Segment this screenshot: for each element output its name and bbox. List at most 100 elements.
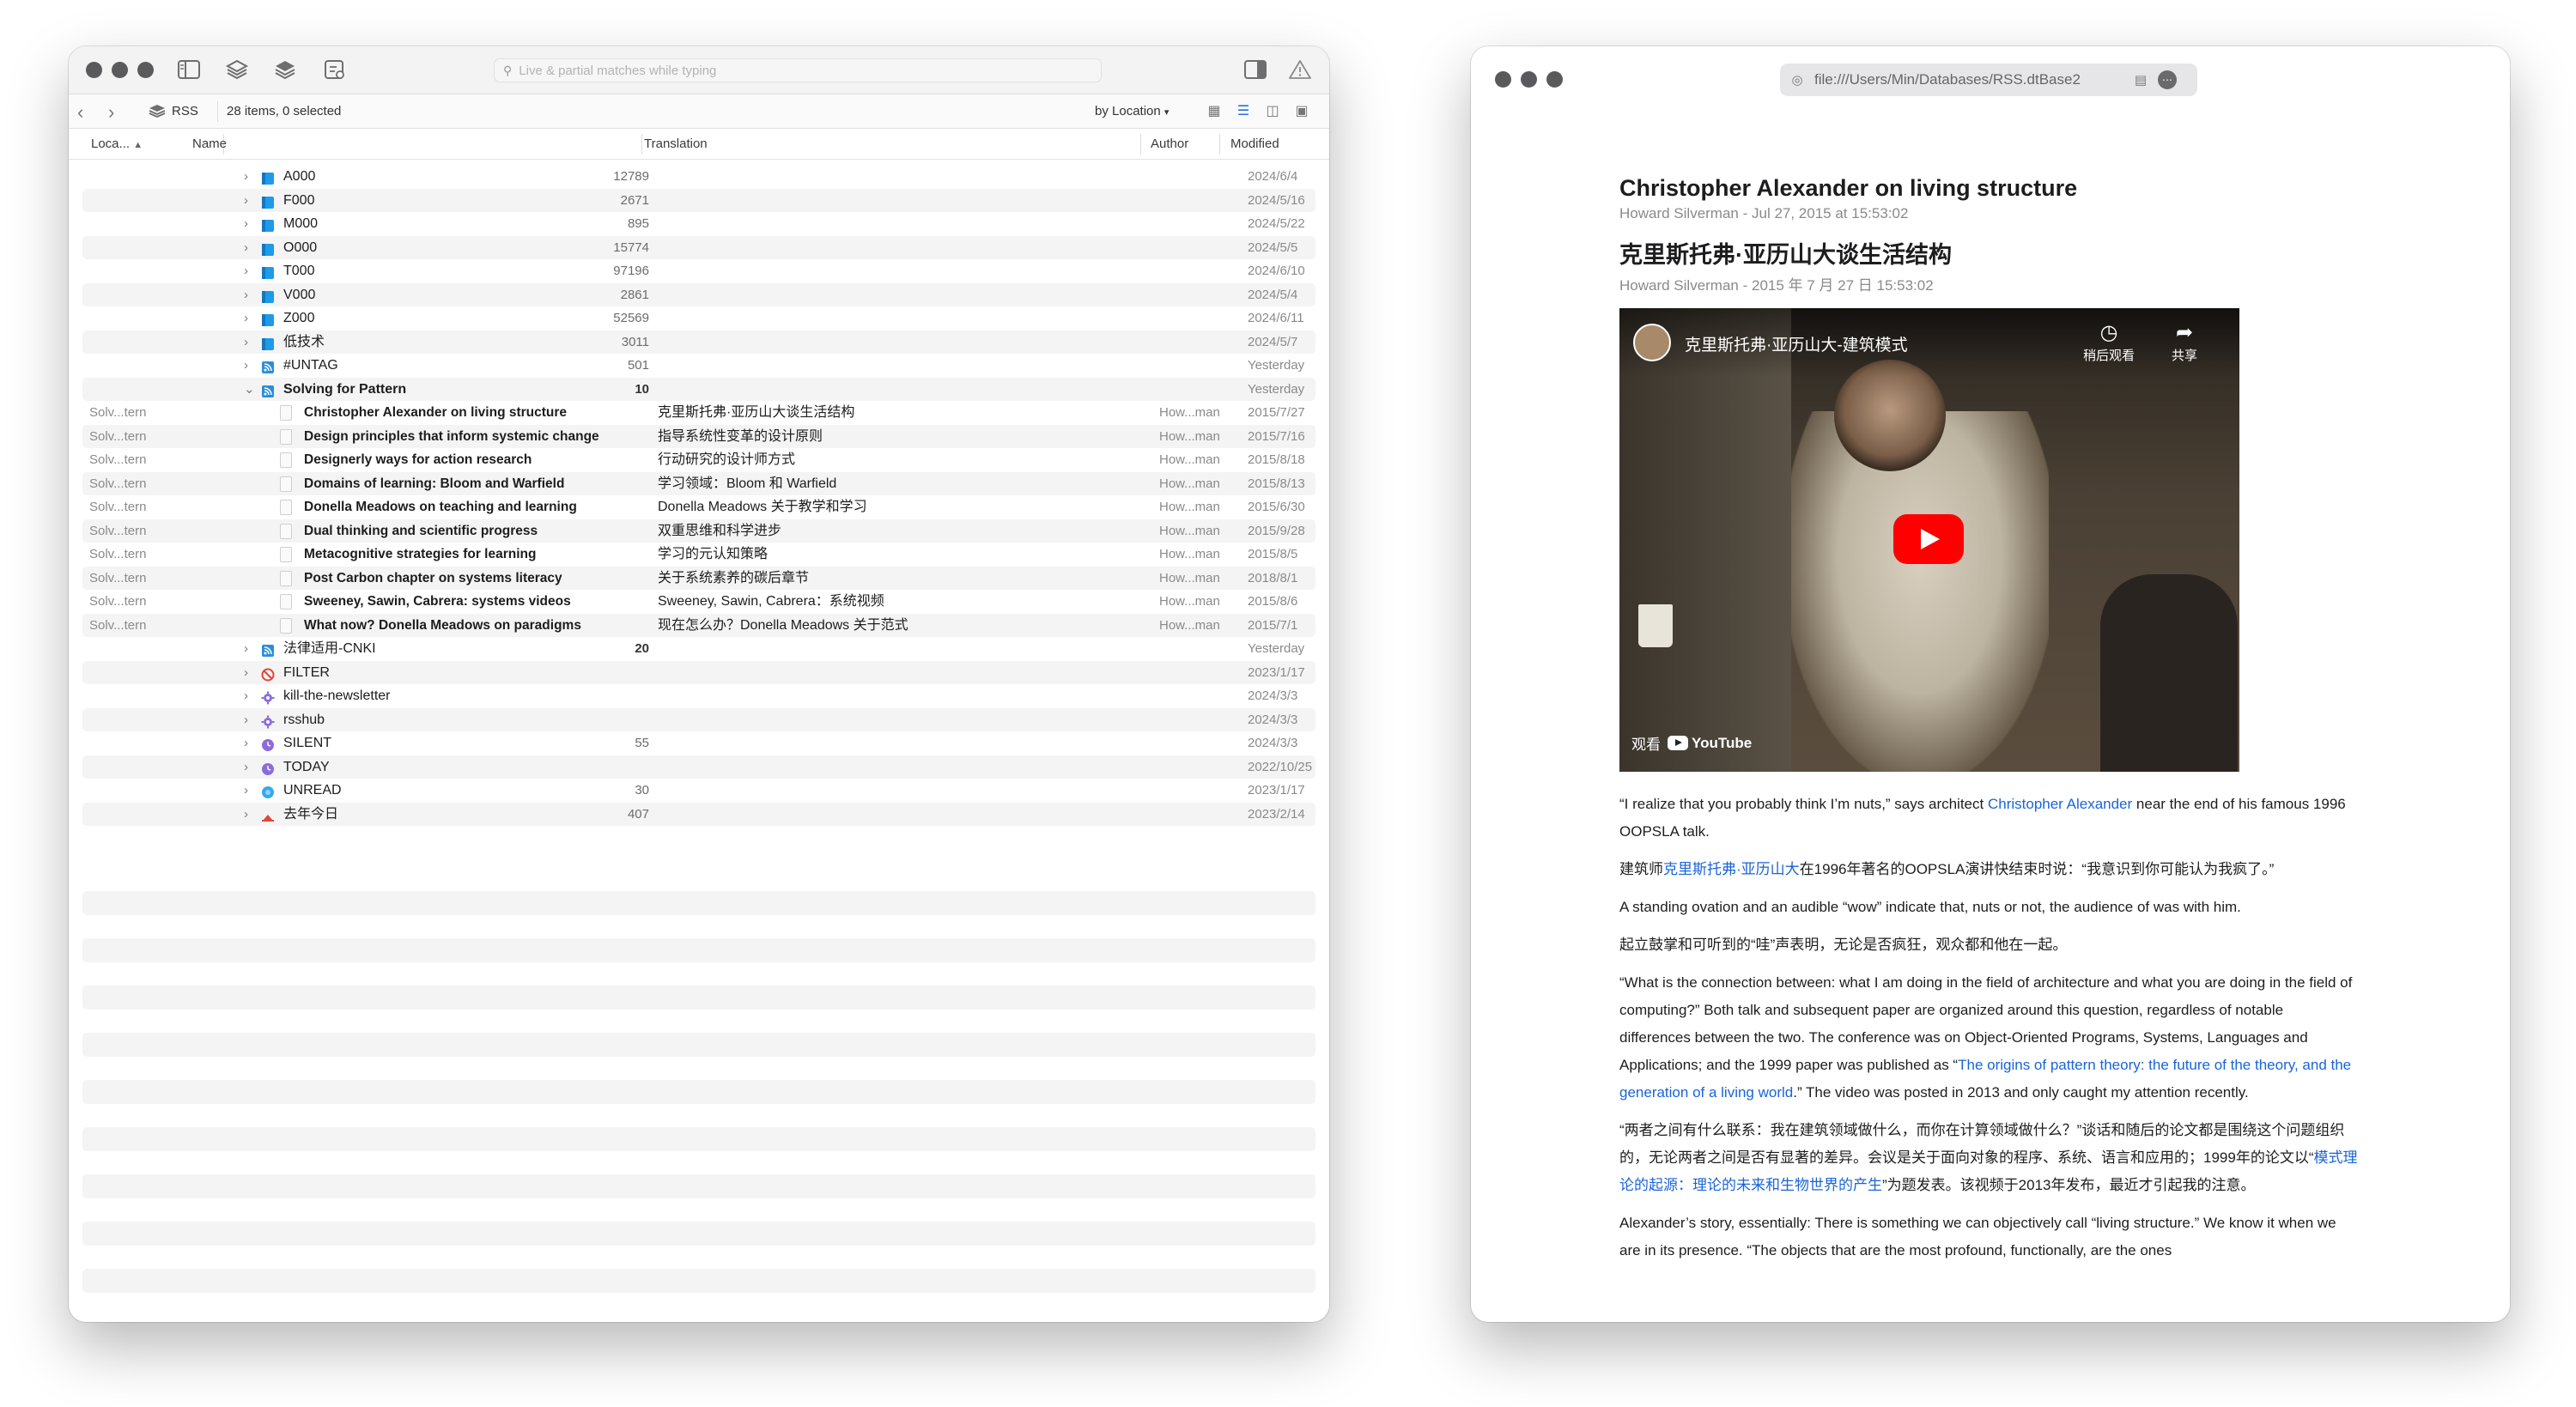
column-header-translation[interactable]: Translation xyxy=(644,136,708,151)
compose-icon[interactable] xyxy=(323,58,347,81)
list-row-document[interactable]: Solv...tern Metacognitive strategies for … xyxy=(82,543,1315,567)
list-row-group[interactable]: › F000 2671 2024/5/16 xyxy=(82,188,1315,213)
icon-view-icon[interactable]: ▦ xyxy=(1204,101,1224,120)
url-text[interactable]: file:///Users/Min/Databases/RSS.dtBase2 xyxy=(1814,71,2123,88)
list-row-group[interactable]: › FILTER 2023/1/17 xyxy=(82,660,1315,685)
list-row-document[interactable]: Solv...tern Dual thinking and scientific … xyxy=(82,519,1315,543)
zoom-window-button[interactable] xyxy=(1546,71,1563,88)
chevron-right-icon[interactable]: › xyxy=(244,189,248,213)
list-row-group[interactable]: › #UNTAG 501 Yesterday xyxy=(82,354,1315,378)
sort-dropdown[interactable]: by Location ▾ xyxy=(1095,104,1169,118)
column-divider[interactable] xyxy=(1219,134,1220,155)
inspector-toggle-icon[interactable] xyxy=(1243,58,1267,81)
chevron-right-icon[interactable]: › xyxy=(244,731,248,755)
chevron-right-icon[interactable]: › xyxy=(244,306,248,331)
channel-avatar[interactable] xyxy=(1633,324,1671,361)
layers-filled-icon[interactable] xyxy=(273,58,297,81)
search-field[interactable]: ⚲ xyxy=(494,58,1102,82)
share-label: 共享 xyxy=(2171,349,2197,363)
list-row-document[interactable]: Solv...tern Sweeney, Sawin, Cabrera: syst… xyxy=(82,590,1315,614)
forward-arrow-icon[interactable]: › xyxy=(108,101,114,124)
list-row-group[interactable]: › SILENT 55 2024/3/3 xyxy=(82,731,1315,755)
chevron-right-icon[interactable]: › xyxy=(244,803,248,827)
modified-date: 2015/8/5 xyxy=(1248,547,1298,561)
link-christopher-alexander-zh[interactable]: 克里斯托弗·亚历山大 xyxy=(1663,861,1800,877)
list-row-group[interactable]: › A000 12789 2024/6/4 xyxy=(82,165,1315,189)
search-input[interactable] xyxy=(519,63,1069,78)
chevron-right-icon[interactable]: › xyxy=(244,283,248,307)
list-row-group[interactable]: › 法律适用-CNKI 20 Yesterday xyxy=(82,637,1315,661)
chevron-right-icon[interactable]: › xyxy=(244,708,248,732)
more-options-icon[interactable]: ⋯ xyxy=(2158,70,2177,89)
list-row-group[interactable]: › TODAY 2022/10/25 xyxy=(82,755,1315,779)
list-row-group[interactable]: › M000 895 2024/5/22 xyxy=(82,212,1315,236)
sidebar-toggle-icon[interactable] xyxy=(177,58,201,81)
chevron-right-icon[interactable]: › xyxy=(244,637,248,661)
list-row-group[interactable]: › O000 15774 2024/5/5 xyxy=(82,235,1315,260)
column-header-location[interactable]: Loca... ▲ xyxy=(91,136,143,151)
list-row-group[interactable]: › 去年今日 407 2023/2/14 xyxy=(82,802,1315,827)
cover-flow-view-icon[interactable]: ▣ xyxy=(1291,101,1312,120)
watch-on-youtube[interactable]: 观看 YouTube xyxy=(1631,732,1752,754)
chevron-right-icon[interactable]: › xyxy=(244,354,248,378)
modified-date: 2024/6/10 xyxy=(1248,264,1305,278)
video-title[interactable]: 克里斯托弗·亚历山大-建筑模式 xyxy=(1685,332,1908,355)
reader-icon[interactable]: ▤ xyxy=(2132,71,2149,88)
chevron-right-icon[interactable]: › xyxy=(244,661,248,685)
list-row-group[interactable]: › UNREAD 30 2023/1/17 xyxy=(82,779,1315,803)
minimize-window-button[interactable] xyxy=(1521,71,1537,88)
column-header-name[interactable]: Name xyxy=(192,136,227,151)
list-row-document[interactable]: Solv...tern Domains of learning: Bloom an… xyxy=(82,471,1315,495)
list-row-group[interactable]: › 低技术 3011 2024/5/7 xyxy=(82,330,1315,355)
layers-icon[interactable] xyxy=(225,58,249,81)
list-row-group[interactable]: › rsshub 2024/3/3 xyxy=(82,707,1315,732)
list-row-document[interactable]: Solv...tern Post Carbon chapter on system… xyxy=(82,566,1315,590)
warning-icon[interactable] xyxy=(1288,58,1312,81)
zoom-window-button[interactable] xyxy=(137,62,154,78)
list-row-group[interactable]: › T000 97196 2024/6/10 xyxy=(82,259,1315,283)
watch-later-button[interactable]: ◷ 稍后观看 xyxy=(2075,320,2143,364)
chevron-right-icon[interactable]: › xyxy=(244,755,248,779)
list-row-document[interactable]: Solv...tern Design principles that inform… xyxy=(82,424,1315,448)
list-row-document[interactable]: Solv...tern Christopher Alexander on livi… xyxy=(82,401,1315,425)
chevron-right-icon[interactable]: › xyxy=(244,212,248,236)
column-translation-label: Translation xyxy=(644,136,708,151)
share-button[interactable]: ➦ 共享 xyxy=(2150,320,2219,364)
location-cell: Solv...tern xyxy=(89,570,147,585)
minimize-window-button[interactable] xyxy=(112,62,128,78)
address-bar[interactable]: ◎ file:///Users/Min/Databases/RSS.dtBase… xyxy=(1780,64,2197,96)
chevron-right-icon[interactable]: › xyxy=(244,331,248,355)
list-row-document[interactable]: Solv...tern Donella Meadows on teaching a… xyxy=(82,495,1315,519)
youtube-label: YouTube xyxy=(1692,734,1753,751)
modified-date: 2015/8/6 xyxy=(1248,594,1298,609)
paragraph: A standing ovation and an audible “wow” … xyxy=(1619,899,2241,915)
chevron-right-icon[interactable]: › xyxy=(244,165,248,189)
breadcrumb[interactable]: RSS xyxy=(148,103,198,118)
link-christopher-alexander[interactable]: Christopher Alexander xyxy=(1988,796,2132,812)
column-divider[interactable] xyxy=(1140,134,1141,155)
column-header-author[interactable]: Author xyxy=(1151,136,1188,151)
list-row-group[interactable]: › V000 2861 2024/5/4 xyxy=(82,282,1315,307)
youtube-video-embed[interactable]: 克里斯托弗·亚历山大-建筑模式 ◷ 稍后观看 ➦ 共享 观看 YouTube xyxy=(1619,308,2239,772)
chevron-right-icon[interactable]: › xyxy=(244,684,248,708)
play-button[interactable] xyxy=(1893,514,1964,564)
chevron-right-icon[interactable]: › xyxy=(244,236,248,260)
group-name: SILENT xyxy=(283,736,332,750)
close-window-button[interactable] xyxy=(86,62,102,78)
column-divider[interactable] xyxy=(641,134,642,155)
chevron-down-icon[interactable]: ⌄ xyxy=(244,378,255,402)
chevron-right-icon[interactable]: › xyxy=(244,259,248,283)
column-header-modified[interactable]: Modified xyxy=(1230,136,1279,151)
back-arrow-icon[interactable]: ‹ xyxy=(77,101,83,124)
list-row-group[interactable]: ⌄ Solving for Pattern 10 Yesterday xyxy=(82,377,1315,402)
column-view-icon[interactable]: ◫ xyxy=(1262,101,1283,120)
list-row-group[interactable]: › kill-the-newsletter 2024/3/3 xyxy=(82,684,1315,708)
modified-date: 2015/7/27 xyxy=(1248,405,1305,420)
list-view-icon[interactable]: ☰ xyxy=(1233,101,1254,120)
modified-date: 2015/8/13 xyxy=(1248,476,1305,491)
close-window-button[interactable] xyxy=(1495,71,1511,88)
chevron-right-icon[interactable]: › xyxy=(244,779,248,803)
list-row-document[interactable]: Solv...tern Designerly ways for action re… xyxy=(82,448,1315,472)
list-row-group[interactable]: › Z000 52569 2024/6/11 xyxy=(82,306,1315,331)
list-row-document[interactable]: Solv...tern What now? Donella Meadows on … xyxy=(82,613,1315,637)
